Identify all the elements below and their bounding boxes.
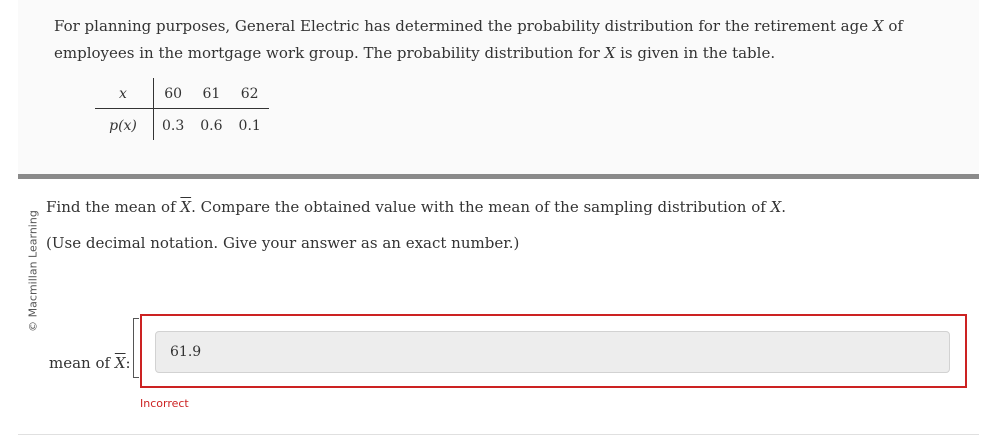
question-part: . [781,198,787,216]
intro-text: For planning purposes, General Electric … [54,17,873,35]
table-cell: 0.6 [200,118,223,134]
copyright-text: © Macmillan Learning [26,210,40,332]
intro-var: X [604,44,616,62]
table-header-x: x [95,78,154,109]
question-part: . Compare the obtained value with the me… [191,198,771,216]
table-row-x: x 60 61 62 [95,78,269,109]
bottom-divider [18,434,979,435]
table-header-p: p(x) [95,108,154,140]
table-cell: 60 [153,78,193,109]
answer-instruction: (Use decimal notation. Give your answer … [46,234,520,252]
xbar-symbol: X [180,198,192,216]
question-text: Find the mean of X. Compare the obtained… [46,196,976,218]
probability-table: x 60 61 62 p(x) 0.3 0.6 0.1 [95,78,269,140]
table-row-p: p(x) 0.3 0.6 0.1 [95,108,269,140]
problem-statement: For planning purposes, General Electric … [54,13,974,67]
answer-input[interactable] [155,331,950,373]
question-var: X [770,198,782,216]
xbar-symbol: X [114,354,126,372]
copyright-watermark: © Macmillan Learning [25,196,41,346]
answer-bracket [133,318,139,378]
answer-label-colon: : [125,354,131,372]
intro-var: X [872,17,884,35]
intro-text: is given in the table. [615,44,776,62]
feedback-incorrect: Incorrect [140,397,189,410]
table-cell: 0.3 [162,118,185,134]
table-cell: 0.1 [238,118,261,134]
table-cell: 61 [192,78,231,109]
question-part: Find the mean of [46,198,181,216]
answer-label: mean of X: [49,354,131,372]
answer-label-text: mean of [49,354,115,372]
section-divider [18,174,979,179]
table-cell: 62 [230,78,269,109]
